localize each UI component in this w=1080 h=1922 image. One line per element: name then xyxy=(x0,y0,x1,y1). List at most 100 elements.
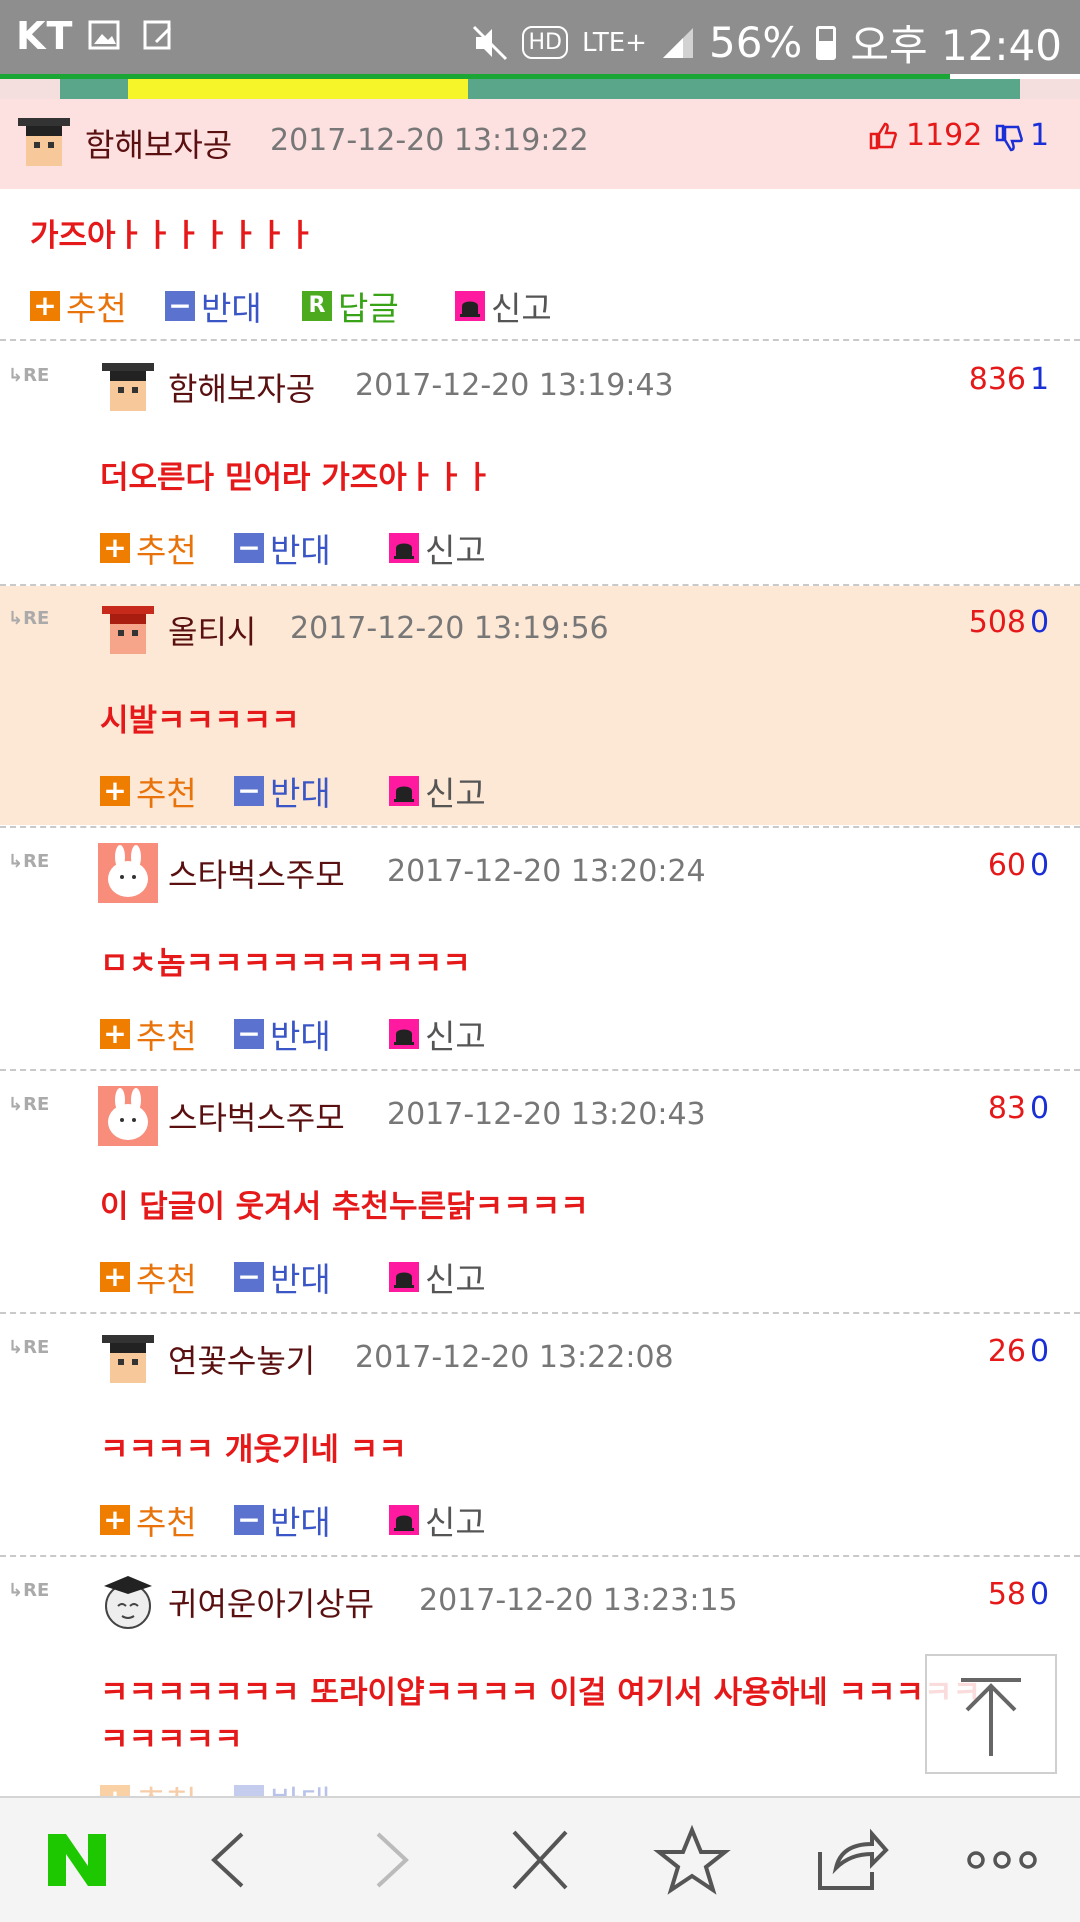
report-button[interactable]: 신고 xyxy=(389,1253,486,1301)
report-button[interactable]: 신고 xyxy=(389,524,486,572)
comment-nick[interactable]: 스타벅스주모 xyxy=(168,850,345,896)
up-count: 26 xyxy=(987,1334,1026,1369)
report-label: 신고 xyxy=(425,1260,486,1299)
plus-icon: + xyxy=(100,1019,130,1049)
mute-icon xyxy=(473,25,508,60)
avatar-graduate-red-icon xyxy=(102,606,154,654)
comment-divider xyxy=(0,1312,1080,1314)
reply-label: 답글 xyxy=(338,289,399,328)
siren-icon xyxy=(389,776,419,806)
recommend-button[interactable]: +추천 xyxy=(30,282,127,330)
comment-divider xyxy=(0,339,1080,341)
siren-icon xyxy=(389,1505,419,1535)
oppose-button[interactable]: −반대 xyxy=(234,767,331,815)
up-count: 60 xyxy=(987,848,1026,883)
oppose-button[interactable]: −반대 xyxy=(234,1010,331,1058)
comment-date: 2017-12-20 13:20:24 xyxy=(387,854,706,889)
browser-bottom-nav xyxy=(0,1796,1080,1922)
top-banner[interactable] xyxy=(60,79,1020,99)
oppose-button[interactable]: −반대 xyxy=(234,1496,331,1544)
comment-text: 시발ㅋㅋㅋㅋㅋ xyxy=(100,703,300,739)
naver-logo-icon[interactable] xyxy=(38,1824,118,1896)
network-indicator: LTE+ xyxy=(581,27,647,58)
report-label: 신고 xyxy=(491,289,552,328)
gallery-icon xyxy=(88,20,120,50)
avatar-rabbit-icon xyxy=(98,843,158,903)
reply-indicator: ↳RE xyxy=(8,1094,50,1115)
back-icon[interactable] xyxy=(190,1824,270,1896)
oppose-label: 반대 xyxy=(201,289,262,328)
recommend-label: 추천 xyxy=(136,531,197,570)
siren-icon xyxy=(389,1019,419,1049)
report-label: 신고 xyxy=(425,1017,486,1056)
comment-nick[interactable]: 연꽃수놓기 xyxy=(168,1336,315,1382)
comment-nick[interactable]: 함해보자공 xyxy=(168,364,315,410)
recommend-button[interactable]: +추천 xyxy=(100,1010,197,1058)
reply-indicator: ↳RE xyxy=(8,851,50,872)
banner-highlight xyxy=(128,79,468,99)
plus-icon: + xyxy=(100,533,130,563)
report-button[interactable]: 신고 xyxy=(389,767,486,815)
recommend-button[interactable]: +추천 xyxy=(100,767,197,815)
recommend-button[interactable]: +추천 xyxy=(100,1496,197,1544)
recommend-label: 추천 xyxy=(136,774,197,813)
reply-button[interactable]: R 답글 xyxy=(302,282,399,330)
oppose-label: 반대 xyxy=(270,1503,331,1542)
avatar-graduate-icon xyxy=(102,363,154,411)
report-button[interactable]: 신고 xyxy=(455,282,552,330)
minus-icon: − xyxy=(234,533,264,563)
up-count: 58 xyxy=(987,1577,1026,1612)
plus-icon: + xyxy=(100,776,130,806)
recommend-button[interactable]: +추천 xyxy=(100,524,197,572)
plus-icon: + xyxy=(100,1262,130,1292)
more-icon[interactable] xyxy=(962,1824,1042,1896)
edit-icon xyxy=(143,20,172,50)
oppose-label: 반대 xyxy=(270,1260,331,1299)
close-icon[interactable] xyxy=(500,1824,580,1896)
comment-nick[interactable]: 함해보자공 xyxy=(85,120,232,166)
down-count: 0 xyxy=(1030,1334,1050,1369)
oppose-button[interactable]: −반대 xyxy=(234,1253,331,1301)
battery-percent: 56% xyxy=(708,18,803,67)
reply-indicator: ↳RE xyxy=(8,1337,50,1358)
minus-icon: − xyxy=(234,1019,264,1049)
siren-icon xyxy=(455,291,485,321)
avatar-graduate-icon xyxy=(102,1335,154,1383)
report-button[interactable]: 신고 xyxy=(389,1010,486,1058)
scroll-to-top-button[interactable] xyxy=(925,1654,1057,1774)
comment-date: 2017-12-20 13:19:22 xyxy=(270,123,589,158)
comment-text-continued: ㅋㅋㅋㅋㅋ xyxy=(100,1722,243,1758)
thumbs-up-icon[interactable] xyxy=(868,121,898,151)
clock: 오후 12:40 xyxy=(850,21,1062,70)
comment-nick[interactable]: 스타벅스주모 xyxy=(168,1093,345,1139)
comment-nick[interactable]: 귀여운아기상뮤 xyxy=(168,1579,374,1625)
carrier-label: KT xyxy=(16,14,74,58)
recommend-button[interactable]: +추천 xyxy=(100,1253,197,1301)
up-count: 83 xyxy=(987,1091,1026,1126)
plus-icon: + xyxy=(100,1505,130,1535)
reply-indicator: ↳RE xyxy=(8,365,50,386)
reply-icon: R xyxy=(302,291,332,321)
up-count: 508 xyxy=(968,605,1026,640)
comment-date: 2017-12-20 13:22:08 xyxy=(355,1340,674,1375)
oppose-button[interactable]: −반대 xyxy=(234,524,331,572)
forward-icon[interactable] xyxy=(350,1824,430,1896)
up-count: 836 xyxy=(968,362,1026,397)
down-count: 0 xyxy=(1030,1577,1050,1612)
comment-text: 이 답글이 웃겨서 추천누른닭ㅋㅋㅋㅋ xyxy=(100,1189,589,1225)
comment-date: 2017-12-20 13:19:43 xyxy=(355,368,674,403)
comment-divider xyxy=(0,826,1080,828)
page-load-progress xyxy=(0,74,950,79)
comment-date: 2017-12-20 13:19:56 xyxy=(290,611,609,646)
oppose-button[interactable]: −반대 xyxy=(165,282,262,330)
up-count: 1192 xyxy=(906,118,983,153)
report-label: 신고 xyxy=(425,1503,486,1542)
battery-icon xyxy=(816,25,837,60)
minus-icon: − xyxy=(234,1505,264,1535)
report-button[interactable]: 신고 xyxy=(389,1496,486,1544)
star-bookmark-icon[interactable] xyxy=(652,1824,732,1896)
comment-nick[interactable]: 올티시 xyxy=(168,607,256,653)
reply-indicator: ↳RE xyxy=(8,1580,50,1601)
share-icon[interactable] xyxy=(810,1824,890,1896)
thumbs-down-icon[interactable] xyxy=(994,123,1024,153)
